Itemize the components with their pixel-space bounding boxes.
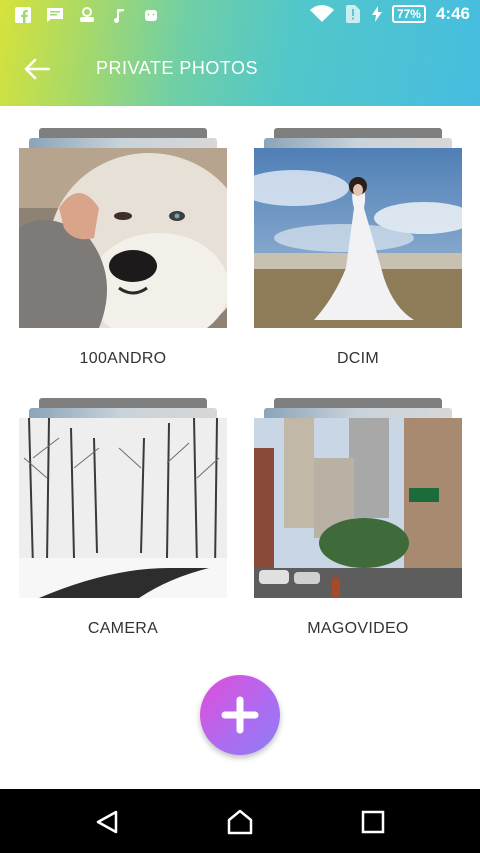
folder-stack-mid xyxy=(264,408,452,418)
folder-stack-mid xyxy=(29,138,217,148)
folder-name: DCIM xyxy=(336,350,380,367)
arrow-left-icon xyxy=(24,58,50,80)
android-icon xyxy=(142,6,160,24)
charging-icon xyxy=(371,5,382,23)
folder-stack-back xyxy=(274,128,442,138)
folder-stack-back xyxy=(274,398,442,408)
wifi-icon xyxy=(309,5,334,23)
folder-stack-mid xyxy=(264,138,452,148)
facebook-icon xyxy=(14,6,32,24)
notification-icons xyxy=(14,6,160,24)
triangle-back-icon xyxy=(96,810,118,834)
home-icon xyxy=(227,809,253,835)
woman-white-dress-photo xyxy=(254,148,462,328)
folder-stack-back xyxy=(39,128,207,138)
folder-name: 100ANDRO xyxy=(79,350,167,367)
folder-dcim[interactable]: DCIM xyxy=(254,126,462,376)
folder-100andro[interactable]: 100ANDRO xyxy=(19,126,227,376)
game-controller-icon xyxy=(78,6,96,24)
music-icon xyxy=(110,6,128,24)
city-street-photo xyxy=(254,418,462,598)
battery-level: 77% xyxy=(391,5,426,23)
back-button[interactable] xyxy=(22,54,52,84)
plus-icon xyxy=(221,696,259,734)
add-folder-button[interactable] xyxy=(200,675,280,755)
folder-stack-mid xyxy=(29,408,217,418)
nav-recents-button[interactable] xyxy=(358,807,388,837)
square-recents-icon xyxy=(361,810,385,834)
message-icon xyxy=(46,6,64,24)
status-bar: 77% 4:46 xyxy=(0,0,480,32)
snowy-forest-road-photo xyxy=(19,418,227,598)
folder-magovideo[interactable]: MAGOVIDEO xyxy=(254,396,462,646)
page-title: PRIVATE PHOTOS xyxy=(96,58,259,78)
clock: 4:46 xyxy=(435,4,470,23)
nav-home-button[interactable] xyxy=(225,807,255,837)
system-icons: 77% 4:46 xyxy=(309,4,470,24)
system-navigation-bar xyxy=(0,789,480,853)
folder-name: CAMERA xyxy=(87,620,159,637)
folder-stack-back xyxy=(39,398,207,408)
folder-camera[interactable]: CAMERA xyxy=(19,396,227,646)
husky-dog-photo xyxy=(19,148,227,328)
nav-back-button[interactable] xyxy=(92,807,122,837)
folder-name: MAGOVIDEO xyxy=(307,620,409,637)
sim-alert-icon xyxy=(344,5,362,23)
toolbar: PRIVATE PHOTOS xyxy=(0,32,480,106)
